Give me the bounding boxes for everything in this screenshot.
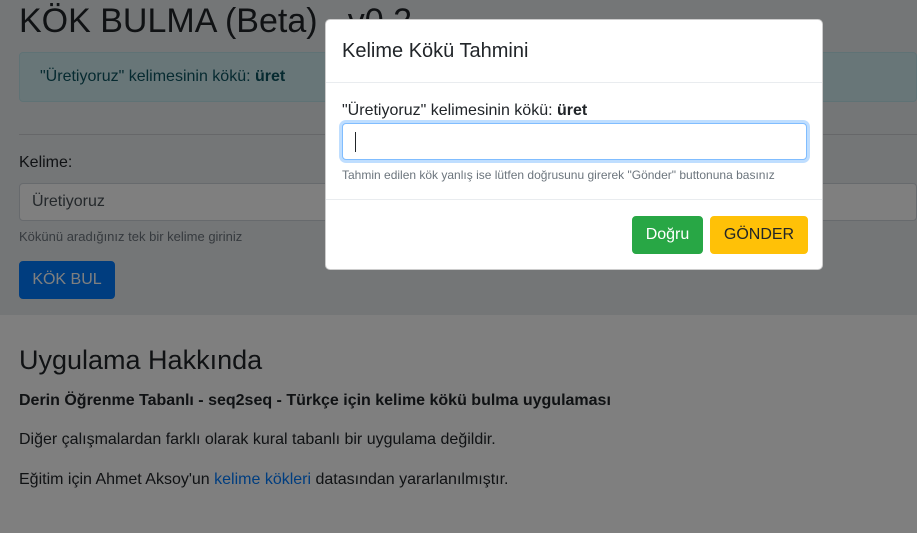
modal-result-label: "Üretiyoruz" kelimesinin kökü: üret [342,102,587,120]
modal-result-root: üret [556,102,588,119]
correction-input[interactable] [342,123,807,160]
modal-header: Kelime Kökü Tahmini [326,20,822,83]
text-caret [355,132,356,152]
modal-help-text: Tahmin edilen kök yanlış ise lütfen doğr… [342,168,775,182]
modal-result-text: "Üretiyoruz" kelimesinin kökü: [342,102,557,119]
modal-footer-divider [326,199,822,200]
send-button[interactable]: GÖNDER [710,216,808,254]
prediction-modal: Kelime Kökü Tahmini "Üretiyoruz" kelimes… [325,19,823,270]
modal-title: Kelime Kökü Tahmini [342,40,529,62]
correct-button[interactable]: Doğru [632,216,703,254]
